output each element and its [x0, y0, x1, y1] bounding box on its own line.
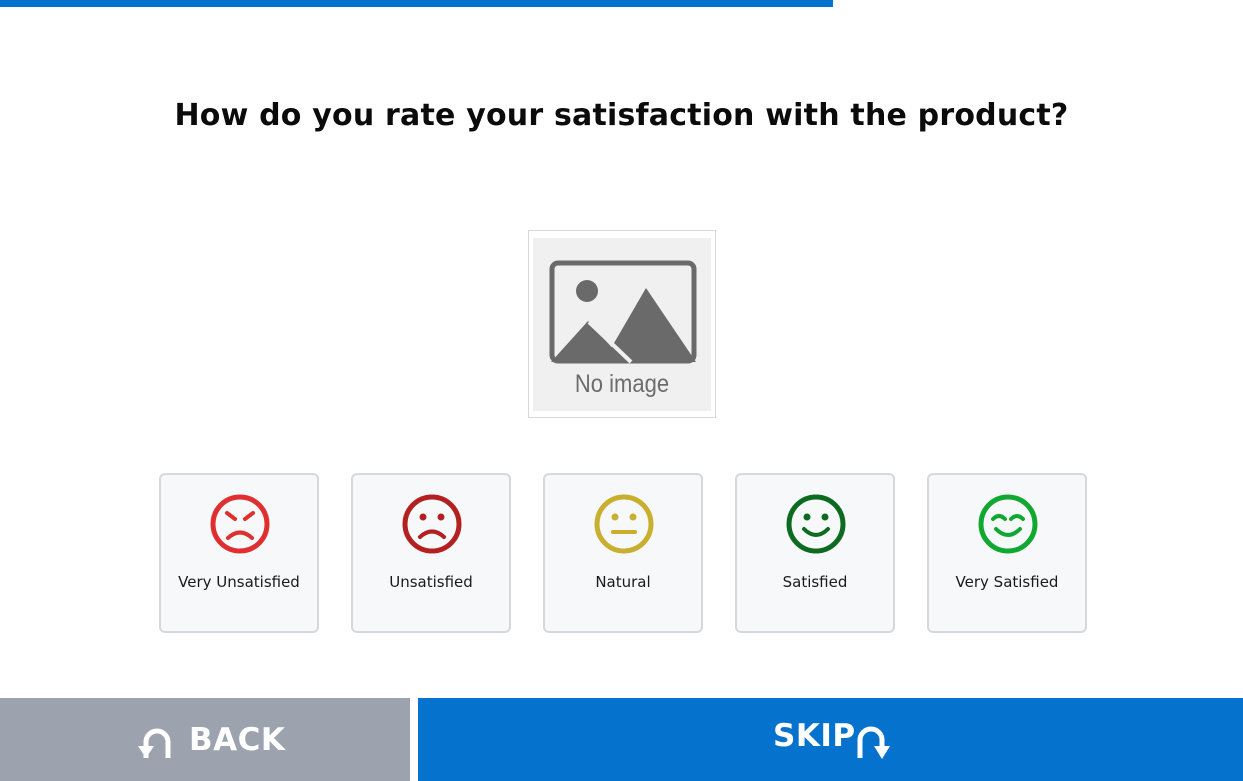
rating-options: Very Unsatisfied Unsatisfied Natural Sat… — [159, 473, 1089, 633]
back-label: BACK — [189, 722, 286, 758]
neutral-face-icon — [594, 494, 654, 554]
back-button[interactable]: BACK — [0, 698, 410, 781]
option-very-unsatisfied[interactable]: Very Unsatisfied — [159, 473, 319, 633]
image-placeholder: No image — [533, 238, 711, 411]
sad-face-icon — [402, 494, 462, 554]
progress-bar — [0, 0, 1243, 7]
option-label: Unsatisfied — [389, 573, 473, 591]
skip-label: SKIP — [773, 718, 856, 754]
option-very-satisfied[interactable]: Very Satisfied — [927, 473, 1087, 633]
question-title: How do you rate your satisfaction with t… — [174, 98, 1069, 133]
happy-face-icon — [978, 494, 1038, 554]
undo-arrow-icon — [138, 728, 171, 758]
skip-button[interactable]: SKIP — [418, 698, 1243, 781]
option-label: Natural — [595, 573, 651, 591]
survey-page: How do you rate your satisfaction with t… — [0, 0, 1243, 781]
option-unsatisfied[interactable]: Unsatisfied — [351, 473, 511, 633]
no-image-label: No image — [574, 370, 670, 398]
angry-face-icon — [210, 494, 270, 554]
option-satisfied[interactable]: Satisfied — [735, 473, 895, 633]
progress-bar-fill — [0, 0, 833, 7]
redo-arrow-icon — [857, 726, 890, 759]
option-natural[interactable]: Natural — [543, 473, 703, 633]
smile-face-icon — [786, 494, 846, 554]
product-image: No image — [528, 230, 716, 418]
option-label: Very Unsatisfied — [178, 573, 300, 591]
option-label: Satisfied — [782, 573, 848, 591]
option-label: Very Satisfied — [955, 573, 1059, 591]
